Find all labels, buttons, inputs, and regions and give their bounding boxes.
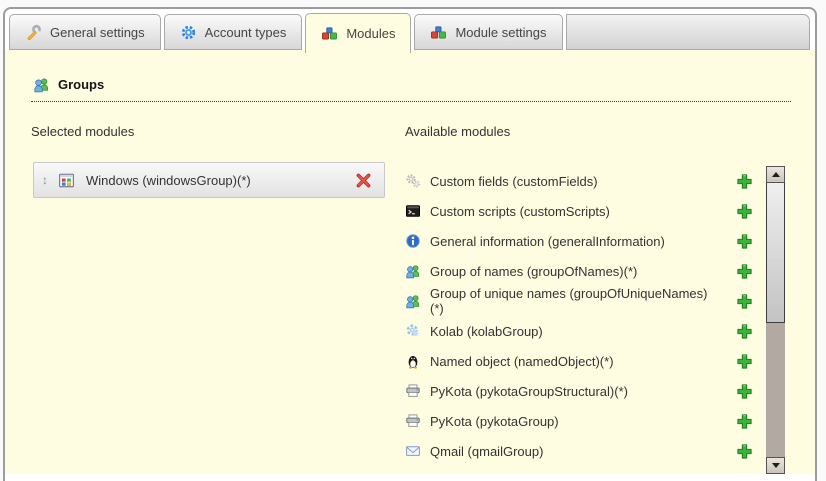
available-module-row: Qmail (qmailGroup) — [405, 436, 766, 466]
add-module-button[interactable] — [736, 413, 753, 430]
available-module-row: PyKota (pykotaGroup) — [405, 406, 766, 436]
tab-label: Account types — [205, 25, 287, 40]
tab-bar-filler — [566, 14, 810, 50]
up-arrow-icon — [772, 172, 780, 177]
available-module-label: PyKota (pykotaGroupStructural)(*) — [430, 384, 712, 399]
available-module-row: Group of names (groupOfNames)(*) — [405, 256, 766, 286]
envelope-icon — [405, 443, 421, 459]
tab-modules[interactable]: Modules — [305, 13, 411, 53]
groups-section-heading: Groups — [31, 74, 791, 102]
available-module-row: PyKota (pykotaGroupStructural)(*) — [405, 376, 766, 406]
add-module-button[interactable] — [736, 383, 753, 400]
group-icon — [33, 76, 50, 93]
section-title: Groups — [58, 77, 104, 92]
scrollbar[interactable] — [766, 166, 785, 474]
printer-icon — [405, 413, 421, 429]
selected-module-row[interactable]: ↕ Windows (windowsGroup)(*) — [33, 162, 385, 198]
penguin-icon — [405, 353, 421, 369]
available-module-label: PyKota (pykotaGroup) — [430, 414, 712, 429]
group-icon — [405, 263, 421, 279]
scrollbar-track[interactable] — [766, 323, 785, 457]
add-module-button[interactable] — [736, 293, 753, 310]
drag-handle-icon[interactable]: ↕ — [42, 173, 48, 187]
info-icon — [405, 233, 421, 249]
wrench-icon — [25, 24, 42, 41]
available-module-label: Kolab (kolabGroup) — [430, 324, 712, 339]
available-modules-list: Custom fields (customFields) Custom scrip… — [405, 140, 766, 466]
available-module-label: General information (generalInformation) — [430, 234, 712, 249]
modules-blocks-icon — [321, 25, 338, 42]
group-icon — [405, 293, 421, 309]
down-arrow-icon — [772, 463, 780, 468]
kolab-icon — [405, 323, 421, 339]
add-module-button[interactable] — [736, 353, 753, 370]
tab-bar: General settings Account types Modules M… — [5, 9, 815, 50]
available-modules-column: Available modules Custom fields (customF… — [405, 124, 785, 474]
scroll-down-button[interactable] — [766, 457, 785, 474]
settings-window: General settings Account types Modules M… — [3, 7, 817, 481]
selected-module-label: Windows (windowsGroup)(*) — [86, 173, 355, 188]
available-module-label: Named object (namedObject)(*) — [430, 354, 712, 369]
add-module-button[interactable] — [736, 323, 753, 340]
available-module-row: Custom scripts (customScripts) — [405, 196, 766, 226]
available-module-label: Custom fields (customFields) — [430, 174, 712, 189]
terminal-icon — [405, 203, 421, 219]
windows-icon — [58, 172, 75, 189]
scrollbar-thumb[interactable] — [766, 183, 785, 323]
available-module-label: Group of unique names (groupOfUniqueName… — [430, 286, 712, 316]
add-module-button[interactable] — [736, 233, 753, 250]
available-module-row: Group of unique names (groupOfUniqueName… — [405, 286, 766, 316]
add-module-button[interactable] — [736, 203, 753, 220]
modules-panel: Groups Selected modules ↕ Windows (windo… — [5, 50, 815, 474]
printer-icon — [405, 383, 421, 399]
scroll-up-button[interactable] — [766, 166, 785, 183]
available-module-label: Custom scripts (customScripts) — [430, 204, 712, 219]
add-module-button[interactable] — [736, 443, 753, 460]
tab-label: General settings — [50, 25, 145, 40]
tab-general-settings[interactable]: General settings — [9, 14, 161, 50]
selected-modules-column: Selected modules ↕ Windows (windowsGroup… — [31, 124, 387, 474]
selected-modules-header: Selected modules — [31, 124, 387, 140]
available-module-row: Custom fields (customFields) — [405, 166, 766, 196]
tab-label: Module settings — [455, 25, 546, 40]
tab-module-settings[interactable]: Module settings — [414, 14, 562, 50]
add-module-button[interactable] — [736, 173, 753, 190]
available-module-row: Kolab (kolabGroup) — [405, 316, 766, 346]
available-module-label: Qmail (qmailGroup) — [430, 444, 712, 459]
available-module-label: Group of names (groupOfNames)(*) — [430, 264, 712, 279]
available-modules-header: Available modules — [405, 124, 766, 140]
remove-module-button[interactable] — [355, 172, 372, 189]
account-gear-icon — [180, 24, 197, 41]
tab-account-types[interactable]: Account types — [164, 14, 303, 50]
add-module-button[interactable] — [736, 263, 753, 280]
gears-gray-icon — [405, 173, 421, 189]
available-module-row: Named object (namedObject)(*) — [405, 346, 766, 376]
available-module-row: General information (generalInformation) — [405, 226, 766, 256]
tab-label: Modules — [346, 26, 395, 41]
modules-blocks-icon — [430, 24, 447, 41]
